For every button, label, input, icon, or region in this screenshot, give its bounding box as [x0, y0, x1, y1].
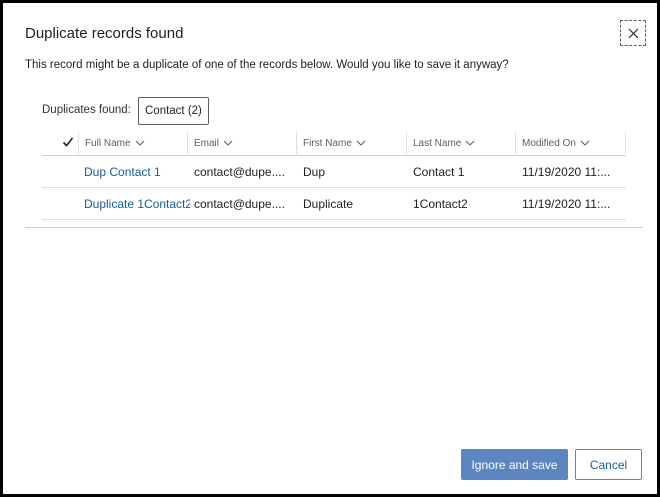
column-header-email[interactable]: Email — [187, 132, 297, 154]
column-header-first-name[interactable]: First Name — [296, 132, 406, 154]
chevron-down-icon — [580, 140, 590, 146]
chevron-down-icon — [466, 140, 475, 146]
tab-contact[interactable]: Contact (2) — [138, 97, 209, 125]
column-label: Last Name — [413, 137, 462, 149]
full-name-link[interactable]: Dup Contact 1 — [84, 156, 188, 188]
close-button[interactable] — [620, 20, 646, 46]
chevron-down-icon — [356, 140, 366, 146]
chevron-down-icon — [135, 140, 144, 146]
duplicate-records-dialog: Duplicate records found This record migh… — [0, 0, 660, 497]
modified-on-cell: 11/19/2020 11:... — [522, 197, 611, 211]
column-label: First Name — [303, 137, 352, 149]
column-header-last-name[interactable]: Last Name — [406, 132, 516, 154]
last-name-cell: 1Contact2 — [413, 197, 468, 211]
duplicates-grid: Full Name Email First Name Last Name Mod… — [42, 129, 626, 220]
email-cell: contact@dupe.... — [194, 165, 285, 179]
first-name-cell: Duplicate — [303, 197, 354, 211]
checkmark-icon — [62, 137, 74, 147]
column-header-full-name[interactable]: Full Name — [78, 132, 188, 154]
first-name-cell: Dup — [303, 165, 326, 179]
divider — [25, 227, 643, 228]
grid-header: Full Name Email First Name Last Name Mod… — [42, 129, 626, 156]
close-icon — [628, 28, 638, 38]
cancel-button[interactable]: Cancel — [575, 449, 642, 480]
column-label: Email — [194, 137, 220, 149]
email-cell: contact@dupe.... — [194, 197, 285, 211]
table-row[interactable]: Duplicate 1Contact2. contact@dupe.... Du… — [42, 188, 626, 220]
column-header-modified-on[interactable]: Modified On — [515, 132, 626, 154]
dialog-title: Duplicate records found — [25, 25, 184, 42]
chevron-down-icon — [223, 140, 233, 146]
column-label: Full Name — [85, 137, 131, 149]
table-row[interactable]: Dup Contact 1 contact@dupe.... Dup Conta… — [42, 156, 626, 188]
column-label: Modified On — [522, 137, 576, 149]
ignore-and-save-button[interactable]: Ignore and save — [461, 449, 568, 480]
full-name-link[interactable]: Duplicate 1Contact2. — [84, 188, 190, 220]
duplicates-found-label: Duplicates found: — [42, 104, 131, 116]
modified-on-cell: 11/19/2020 11:... — [522, 165, 611, 179]
last-name-cell: Contact 1 — [413, 165, 465, 179]
select-all-checkbox[interactable] — [62, 135, 76, 149]
dialog-message: This record might be a duplicate of one … — [25, 59, 509, 71]
